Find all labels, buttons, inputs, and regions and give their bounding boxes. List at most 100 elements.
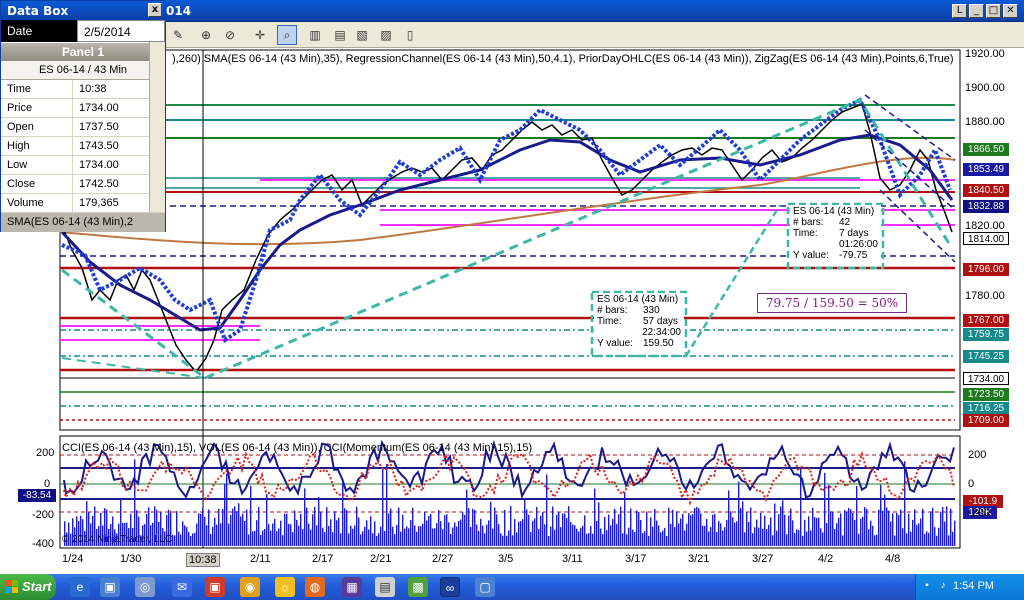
volume-bar bbox=[618, 514, 620, 546]
app-icon[interactable]: ▦ bbox=[342, 577, 362, 597]
volume-bar bbox=[846, 511, 848, 546]
pencil-icon[interactable]: ✎ bbox=[168, 25, 188, 45]
volume-bar bbox=[460, 519, 462, 546]
minimize-icon-button[interactable]: _ bbox=[969, 4, 984, 18]
volume-bar bbox=[908, 513, 910, 546]
bar-type-icon[interactable]: ▥ bbox=[305, 25, 325, 45]
app-icon[interactable]: ▤ bbox=[375, 577, 395, 597]
internet-explorer-icon[interactable]: e bbox=[70, 577, 90, 597]
volume-bar bbox=[952, 531, 954, 546]
volume-bar bbox=[524, 498, 526, 546]
volume-icon[interactable]: ♪ bbox=[936, 579, 950, 593]
volume-bar bbox=[516, 532, 518, 546]
close-button[interactable]: ✕ bbox=[1003, 4, 1018, 18]
data-box-key: High bbox=[1, 137, 73, 155]
measure-info-box-1: ES 06-14 (43 Min) # bars: 330 Time: 57 day… bbox=[594, 293, 684, 350]
volume-bar bbox=[288, 523, 290, 546]
info-value: 7 days bbox=[839, 228, 869, 239]
info-title: ES 06-14 (43 Min) bbox=[793, 206, 875, 217]
pin-gray-icon[interactable]: ⊘ bbox=[220, 25, 240, 45]
price-axis-label: 1880.00 bbox=[965, 116, 1005, 128]
network-icon[interactable]: ▪ bbox=[920, 579, 934, 593]
volume-bar bbox=[596, 520, 598, 546]
volume-bar bbox=[338, 517, 340, 546]
properties-icon[interactable]: ▯ bbox=[400, 25, 420, 45]
firefox-icon[interactable]: ◍ bbox=[305, 577, 325, 597]
volume-bar bbox=[186, 527, 188, 546]
volume-bar bbox=[742, 501, 744, 546]
volume-bar bbox=[378, 533, 380, 546]
cci-axis-label: -400 bbox=[32, 538, 55, 550]
volume-bar bbox=[204, 516, 206, 546]
app-icon[interactable]: ◉ bbox=[240, 577, 260, 597]
volume-bar bbox=[280, 520, 282, 546]
volume-bar bbox=[874, 535, 876, 546]
ninjatrader-chart-window: 014 L _ □ ✕ ✎ ⊕ ⊘ ✛ ⌕ ▥ ▤ ▧ ▨ ▯),260) S… bbox=[0, 0, 1024, 574]
data-box-close-button[interactable]: x bbox=[148, 3, 162, 17]
chart-style-icon[interactable]: ▧ bbox=[352, 25, 372, 45]
pin-icon[interactable]: ⊕ bbox=[196, 25, 216, 45]
app-icon[interactable]: ◎ bbox=[135, 577, 155, 597]
volume-bar bbox=[502, 535, 504, 546]
info-value: 42 bbox=[839, 217, 851, 228]
volume-bar bbox=[134, 459, 136, 546]
ninjatrader-icon[interactable]: ∞ bbox=[440, 577, 460, 597]
text-annotation[interactable]: 79.75 / 159.50 = 50% bbox=[757, 293, 907, 313]
data-box-row: Time 10:38 bbox=[1, 80, 165, 99]
app-icon[interactable]: ▣ bbox=[205, 577, 225, 597]
volume-bar bbox=[420, 526, 422, 546]
volume-bar bbox=[382, 467, 384, 546]
volume-bar bbox=[938, 527, 940, 546]
crosshair-icon[interactable]: ✛ bbox=[250, 25, 270, 45]
volume-bar bbox=[264, 529, 266, 546]
volume-bar bbox=[448, 522, 450, 546]
volume-bar bbox=[716, 531, 718, 546]
start-button[interactable]: Start bbox=[0, 574, 56, 600]
minimize-button[interactable]: L bbox=[952, 4, 967, 18]
volume-bar bbox=[802, 535, 804, 546]
volume-bar bbox=[314, 507, 316, 546]
volume-bar bbox=[842, 535, 844, 546]
sun-icon[interactable]: ☼ bbox=[275, 577, 295, 597]
volume-bar bbox=[896, 512, 898, 546]
volume-bar bbox=[342, 483, 344, 546]
volume-bar bbox=[488, 520, 490, 546]
volume-bar bbox=[954, 520, 956, 546]
volume-bar bbox=[682, 513, 684, 546]
data-box-title-bar[interactable]: Data Box x bbox=[1, 1, 165, 20]
volume-bar bbox=[178, 531, 180, 546]
folder-icon[interactable]: ▣ bbox=[100, 577, 120, 597]
volume-bar bbox=[396, 524, 398, 546]
data-box-window[interactable]: Data Box x Date 2/5/2014 Panel 1 ES 06-1… bbox=[0, 0, 166, 232]
volume-bar bbox=[292, 532, 294, 546]
maximize-button[interactable]: □ bbox=[986, 4, 1001, 18]
volume-bar bbox=[880, 484, 882, 546]
volume-bar bbox=[910, 531, 912, 546]
volume-bar bbox=[642, 533, 644, 546]
volume-bar bbox=[540, 515, 542, 546]
volume-bar bbox=[234, 506, 236, 546]
volume-bar bbox=[212, 526, 214, 546]
price-level-tag: 1767.00 bbox=[963, 314, 1009, 327]
candlestick-icon[interactable]: ▤ bbox=[330, 25, 350, 45]
volume-bar bbox=[870, 520, 872, 546]
volume-bar bbox=[808, 516, 810, 546]
volume-bar bbox=[818, 517, 820, 546]
indicator-icon[interactable]: ▨ bbox=[376, 25, 396, 45]
volume-bar bbox=[844, 510, 846, 546]
volume-bar bbox=[220, 523, 222, 546]
volume-bar bbox=[350, 525, 352, 546]
volume-bar bbox=[756, 519, 758, 546]
volume-bar bbox=[934, 527, 936, 546]
data-box-row: High 1743.50 bbox=[1, 137, 165, 156]
volume-bar bbox=[694, 508, 696, 546]
zoom-icon[interactable]: ⌕ bbox=[277, 25, 297, 45]
data-box-scrollbar[interactable] bbox=[149, 42, 165, 212]
email-icon[interactable]: ✉ bbox=[172, 577, 192, 597]
volume-bar bbox=[386, 464, 388, 546]
app-icon[interactable]: ▩ bbox=[408, 577, 428, 597]
volume-bar bbox=[358, 517, 360, 546]
app-icon[interactable]: ▢ bbox=[475, 577, 495, 597]
volume-bar bbox=[636, 510, 638, 546]
volume-bar bbox=[810, 530, 812, 546]
